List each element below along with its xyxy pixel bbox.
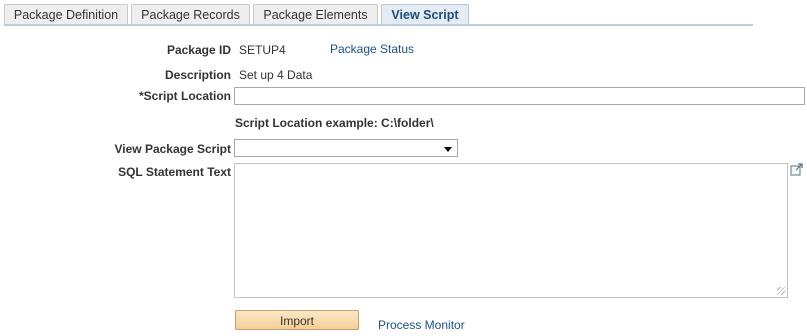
- package-status-link[interactable]: Package Status: [330, 42, 414, 56]
- tab-label: Package Records: [141, 8, 240, 22]
- script-location-input[interactable]: [234, 87, 805, 105]
- tab-label: View Script: [391, 8, 459, 22]
- tab-label: Package Definition: [13, 8, 119, 22]
- import-button-label: Import: [279, 314, 314, 328]
- chevron-down-icon: [444, 147, 452, 152]
- view-package-script-select[interactable]: [234, 139, 458, 157]
- view-package-script-label: View Package Script: [114, 142, 231, 156]
- tab-label: Package Elements: [263, 8, 368, 22]
- tab-package-elements[interactable]: Package Elements: [253, 4, 378, 24]
- tab-view-script[interactable]: View Script: [381, 4, 469, 25]
- sql-statement-textarea[interactable]: [234, 163, 788, 298]
- script-location-label: *Script Location: [138, 89, 231, 103]
- script-location-example: Script Location example: C:\folder\: [235, 116, 434, 130]
- process-monitor-link[interactable]: Process Monitor: [378, 318, 465, 332]
- description-value: Set up 4 Data: [239, 68, 313, 82]
- resize-grip-icon[interactable]: [777, 287, 785, 295]
- tab-package-definition[interactable]: Package Definition: [4, 4, 128, 24]
- tab-package-records[interactable]: Package Records: [131, 4, 250, 24]
- import-button[interactable]: Import: [235, 310, 359, 330]
- expand-icon[interactable]: [790, 163, 804, 176]
- package-id-label: Package ID: [166, 43, 231, 57]
- description-label: Description: [164, 68, 231, 82]
- tab-divider: [4, 24, 753, 26]
- sql-statement-label: SQL Statement Text: [118, 165, 231, 179]
- package-id-value: SETUP4: [239, 43, 286, 57]
